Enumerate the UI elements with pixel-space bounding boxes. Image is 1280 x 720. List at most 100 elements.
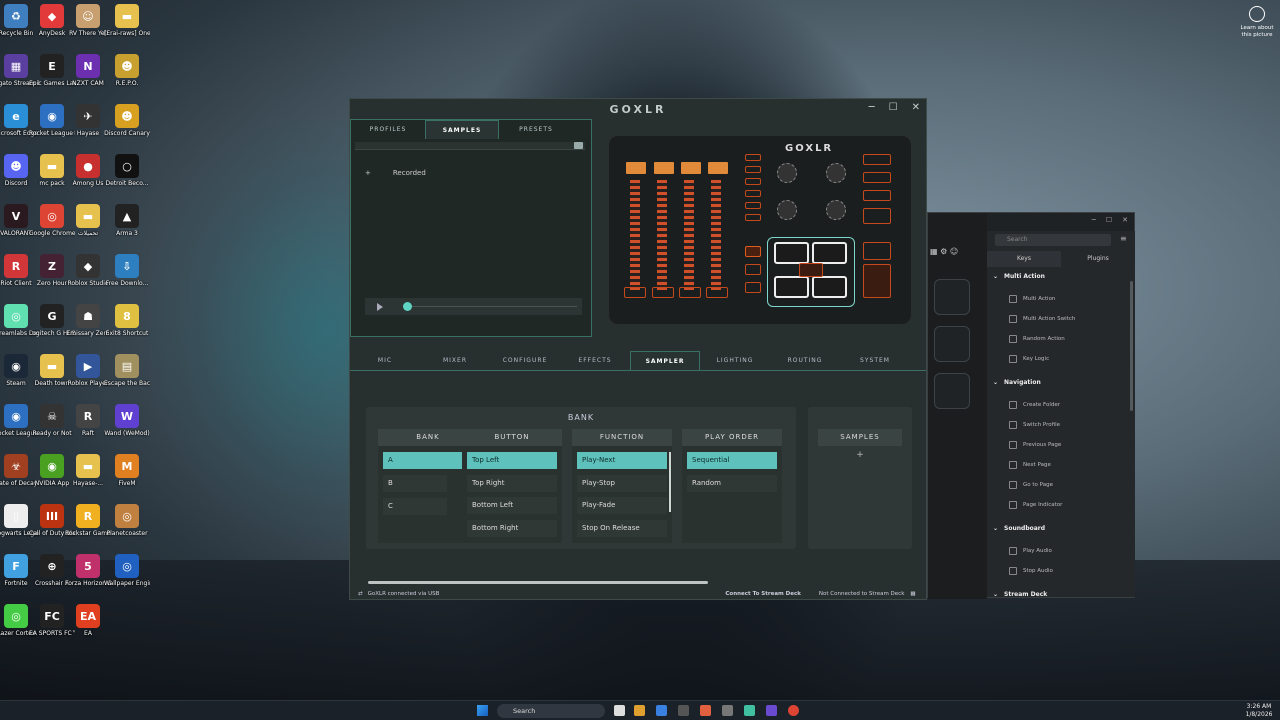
file-explorer-icon[interactable] [614,705,625,716]
fader-btn-4[interactable] [706,287,728,298]
deck-key-3[interactable] [934,373,970,409]
fx-preset-1[interactable] [745,154,761,161]
game-icon[interactable] [700,705,711,716]
fx-toggle[interactable] [863,208,891,224]
action-item[interactable]: Page Indicator [1009,501,1062,509]
goxlr-taskbar-icon[interactable] [744,705,755,716]
seek-track[interactable] [407,306,577,307]
tab-samples[interactable]: SAMPLES [425,120,499,139]
deck-key-1[interactable] [934,279,970,315]
start-icon[interactable] [477,705,488,716]
fader-3[interactable] [684,180,694,290]
copilot-icon[interactable] [634,705,645,716]
tab-keys[interactable]: Keys [987,251,1061,267]
chrome-icon[interactable] [788,705,799,716]
action-item[interactable]: Create Folder [1009,401,1060,409]
desktop-icon[interactable]: ⇩ Free Downlo... [104,254,150,287]
action-item[interactable]: Key Logic [1009,355,1049,363]
close-icon[interactable]: ✕ [912,102,920,113]
fx-preset-4[interactable] [745,190,761,197]
learn-about-picture[interactable]: Learn about this picture [1238,6,1276,39]
function-play-stop[interactable]: Play-Stop [577,475,667,492]
deck-key-2[interactable] [934,326,970,362]
fader-mute-2[interactable] [654,162,674,174]
fader-mute-4[interactable] [708,162,728,174]
bleep-btn[interactable] [863,242,891,260]
desktop-icon[interactable]: M FiveM [104,454,150,487]
desktop-icon[interactable]: ▤ Escape the Backrooms [104,354,150,387]
fader-btn-2[interactable] [652,287,674,298]
bank-a[interactable]: A [383,452,473,469]
folder-icon[interactable] [574,142,583,149]
function-scrollbar[interactable] [669,452,671,512]
desktop-icon[interactable]: ◎ Planetcoaster [104,504,150,537]
tab-mic[interactable]: MIC [350,351,420,370]
action-item[interactable]: Previous Page [1009,441,1061,449]
minimize-icon[interactable]: ─ [869,102,875,113]
action-item[interactable]: Go to Page [1009,481,1053,489]
stream-deck-taskbar-icon[interactable] [766,705,777,716]
function-stop-on-release[interactable]: Stop On Release [577,520,667,537]
action-category[interactable]: ⌄ Stream Deck [993,591,1047,598]
fader-btn-3[interactable] [679,287,701,298]
clock[interactable]: 3:26 AM 1/8/2026 [1240,703,1278,719]
edge-icon[interactable] [656,705,667,716]
action-category[interactable]: ⌄ Navigation [993,379,1041,386]
desktop-icon[interactable]: ☻ Discord Canary [104,104,150,137]
fader-4[interactable] [711,180,721,290]
fx-preset-6[interactable] [745,214,761,221]
maximize-icon[interactable]: ☐ [889,102,898,113]
store-icon[interactable] [678,705,689,716]
tab-effects[interactable]: EFFECTS [560,351,630,370]
action-item[interactable]: Next Page [1009,461,1051,469]
tab-routing[interactable]: ROUTING [770,351,840,370]
tab-plugins[interactable]: Plugins [1061,251,1135,267]
fx-preset-5[interactable] [745,202,761,209]
bank-b[interactable]: B [383,475,447,492]
desktop-icon[interactable]: ◎ Wallpaper Engine [104,554,150,587]
tab-profiles[interactable]: PROFILES [351,120,425,139]
action-search-input[interactable]: Search [995,234,1111,246]
bank-c[interactable]: C [383,498,447,515]
desktop-icon[interactable]: EA EA [65,604,111,637]
button-top-right[interactable]: Top Right [467,475,557,492]
pad-bottom-left[interactable] [774,276,809,298]
play-icon[interactable] [377,303,383,311]
action-category[interactable]: ⌄ Multi Action [993,273,1045,280]
plugin-icons[interactable]: ▦ ⚙ ☺ [930,247,958,256]
pad-top-left[interactable] [774,242,809,264]
add-sample-icon[interactable]: + [808,450,912,460]
tab-presets[interactable]: PRESETS [499,120,573,139]
action-scrollbar[interactable] [1130,281,1133,411]
desktop-icon[interactable]: W Wand (WeMod) [104,404,150,437]
tab-configure[interactable]: CONFIGURE [490,351,560,370]
play-order-random[interactable]: Random [687,475,777,492]
desktop-icon[interactable]: 8 Exit8 Shortcut [104,304,150,337]
desktop-icon[interactable]: ○ Detroit Beco... [104,154,150,187]
action-item[interactable]: Multi Action [1009,295,1055,303]
tab-mixer[interactable]: MIXER [420,351,490,370]
button-bottom-right[interactable]: Bottom Right [467,520,557,537]
action-item[interactable]: Random Action [1009,335,1065,343]
button-bottom-left[interactable]: Bottom Left [467,497,557,514]
fader-mute-1[interactable] [626,162,646,174]
knob-4[interactable] [826,200,846,220]
recorded-row[interactable]: + Recorded [365,169,426,177]
fader-1[interactable] [630,180,640,290]
fx-robot[interactable] [863,172,891,183]
knob-2[interactable] [826,163,846,183]
connect-stream-deck-button[interactable]: Connect To Stream Deck [725,591,801,597]
close-icon[interactable]: ✕ [1122,216,1128,224]
bank-a-btn[interactable] [745,246,761,257]
desktop-icon[interactable]: ☻ R.E.P.O. [104,54,150,87]
fader-mute-3[interactable] [681,162,701,174]
mic-mute-btn[interactable] [863,264,891,298]
fx-preset-2[interactable] [745,166,761,173]
taskbar-search[interactable]: Search [497,704,605,718]
action-item[interactable]: Multi Action Switch [1009,315,1075,323]
fx-preset-3[interactable] [745,178,761,185]
horizontal-scrollbar[interactable] [368,581,708,584]
minimize-icon[interactable]: ─ [1092,216,1096,224]
fader-2[interactable] [657,180,667,290]
list-view-icon[interactable]: ≡ [1120,234,1127,243]
